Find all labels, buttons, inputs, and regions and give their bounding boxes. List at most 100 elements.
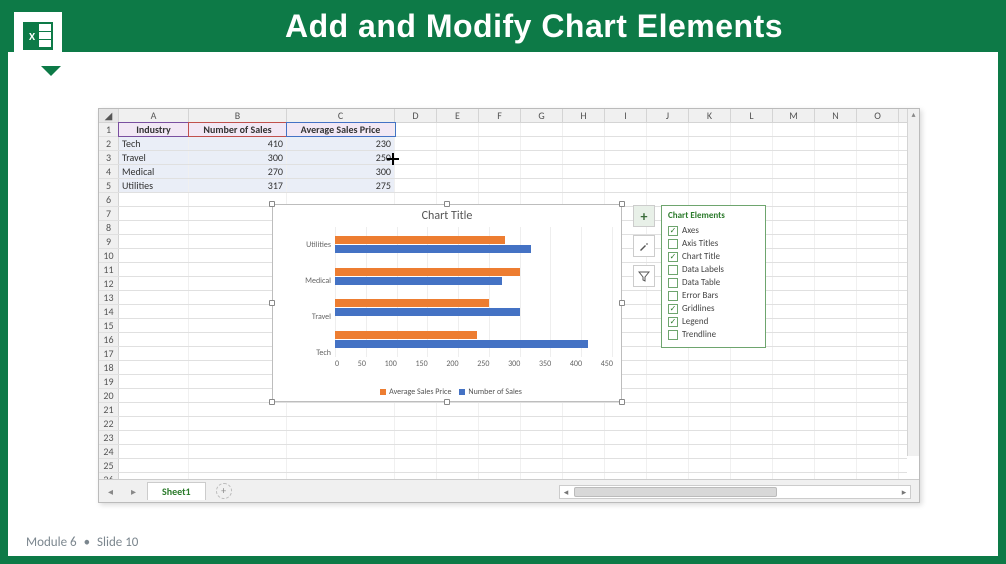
cell[interactable] <box>773 417 815 430</box>
cell[interactable] <box>689 389 731 402</box>
row-header[interactable]: 1 <box>99 123 119 136</box>
cell[interactable] <box>689 347 731 360</box>
row-header[interactable]: 25 <box>99 459 119 472</box>
row-header[interactable]: 5 <box>99 179 119 192</box>
select-all-corner[interactable]: ◢ <box>99 109 119 122</box>
cell[interactable] <box>119 249 189 262</box>
checkbox-icon[interactable] <box>668 265 678 275</box>
cell[interactable] <box>857 193 899 206</box>
chart-bar[interactable] <box>335 308 520 316</box>
cell[interactable] <box>647 375 689 388</box>
cell[interactable] <box>857 333 899 346</box>
checkbox-icon[interactable] <box>668 239 678 249</box>
chart-bar[interactable] <box>335 245 531 253</box>
cell[interactable] <box>119 403 189 416</box>
chart-element-option[interactable]: ✓Legend <box>668 315 759 328</box>
row-header[interactable]: 14 <box>99 305 119 318</box>
cell[interactable] <box>773 459 815 472</box>
cell[interactable] <box>731 179 773 192</box>
column-header[interactable]: E <box>437 109 479 122</box>
cell[interactable] <box>815 333 857 346</box>
cell[interactable] <box>563 459 605 472</box>
column-header[interactable]: I <box>605 109 647 122</box>
cell[interactable] <box>605 431 647 444</box>
cell[interactable] <box>815 361 857 374</box>
cell[interactable] <box>857 165 899 178</box>
cell[interactable] <box>773 375 815 388</box>
cell[interactable] <box>731 417 773 430</box>
cell[interactable] <box>647 389 689 402</box>
chart-element-option[interactable]: ✓Axes <box>668 224 759 237</box>
cell[interactable] <box>479 417 521 430</box>
cell[interactable] <box>857 361 899 374</box>
cell[interactable] <box>857 235 899 248</box>
cell[interactable] <box>119 277 189 290</box>
cell[interactable] <box>815 417 857 430</box>
resize-handle[interactable] <box>269 201 275 207</box>
cell[interactable] <box>815 305 857 318</box>
cell[interactable] <box>395 431 437 444</box>
column-header[interactable]: K <box>689 109 731 122</box>
row-header[interactable]: 22 <box>99 417 119 430</box>
cell[interactable] <box>605 137 647 150</box>
cell[interactable] <box>731 347 773 360</box>
cell[interactable] <box>773 221 815 234</box>
cell[interactable] <box>731 165 773 178</box>
cell[interactable] <box>437 459 479 472</box>
row-header[interactable]: 2 <box>99 137 119 150</box>
cell[interactable] <box>689 375 731 388</box>
cell[interactable] <box>479 123 521 136</box>
cell[interactable] <box>647 179 689 192</box>
cell[interactable] <box>731 361 773 374</box>
chart-bar[interactable] <box>335 340 588 348</box>
resize-handle[interactable] <box>444 201 450 207</box>
row-header[interactable]: 13 <box>99 291 119 304</box>
cell[interactable] <box>395 123 437 136</box>
cell[interactable] <box>857 445 899 458</box>
cell[interactable] <box>773 137 815 150</box>
column-header[interactable]: D <box>395 109 437 122</box>
cell[interactable] <box>119 361 189 374</box>
cell[interactable] <box>647 165 689 178</box>
cell[interactable]: Travel <box>119 151 189 164</box>
cell[interactable] <box>521 417 563 430</box>
cell[interactable] <box>119 235 189 248</box>
resize-handle[interactable] <box>269 300 275 306</box>
cell[interactable] <box>605 403 647 416</box>
cell[interactable] <box>563 165 605 178</box>
chart-bar[interactable] <box>335 236 505 244</box>
cell[interactable] <box>857 375 899 388</box>
cell[interactable]: 270 <box>189 165 287 178</box>
cell[interactable] <box>773 403 815 416</box>
cell[interactable] <box>479 151 521 164</box>
column-header[interactable]: J <box>647 109 689 122</box>
cell[interactable]: Industry <box>119 123 189 136</box>
cell[interactable] <box>605 165 647 178</box>
cell[interactable] <box>689 361 731 374</box>
chart-title[interactable]: Chart Title <box>273 205 621 225</box>
cell[interactable] <box>395 137 437 150</box>
cell[interactable] <box>857 459 899 472</box>
cell[interactable] <box>815 165 857 178</box>
row-header[interactable]: 4 <box>99 165 119 178</box>
cell[interactable] <box>857 305 899 318</box>
cell[interactable]: Medical <box>119 165 189 178</box>
row-header[interactable]: 10 <box>99 249 119 262</box>
row-header[interactable]: 11 <box>99 263 119 276</box>
cell[interactable] <box>287 445 395 458</box>
cell[interactable]: 300 <box>189 151 287 164</box>
cell[interactable] <box>857 123 899 136</box>
resize-handle[interactable] <box>619 201 625 207</box>
cell[interactable] <box>521 459 563 472</box>
cell[interactable] <box>119 417 189 430</box>
cell[interactable] <box>605 417 647 430</box>
cell[interactable] <box>857 263 899 276</box>
cell[interactable] <box>287 459 395 472</box>
cell[interactable] <box>395 151 437 164</box>
cell[interactable] <box>857 417 899 430</box>
cell[interactable]: Tech <box>119 137 189 150</box>
cell[interactable]: Number of Sales <box>189 123 287 136</box>
cell[interactable] <box>773 165 815 178</box>
cell[interactable] <box>815 207 857 220</box>
row-header[interactable]: 19 <box>99 375 119 388</box>
